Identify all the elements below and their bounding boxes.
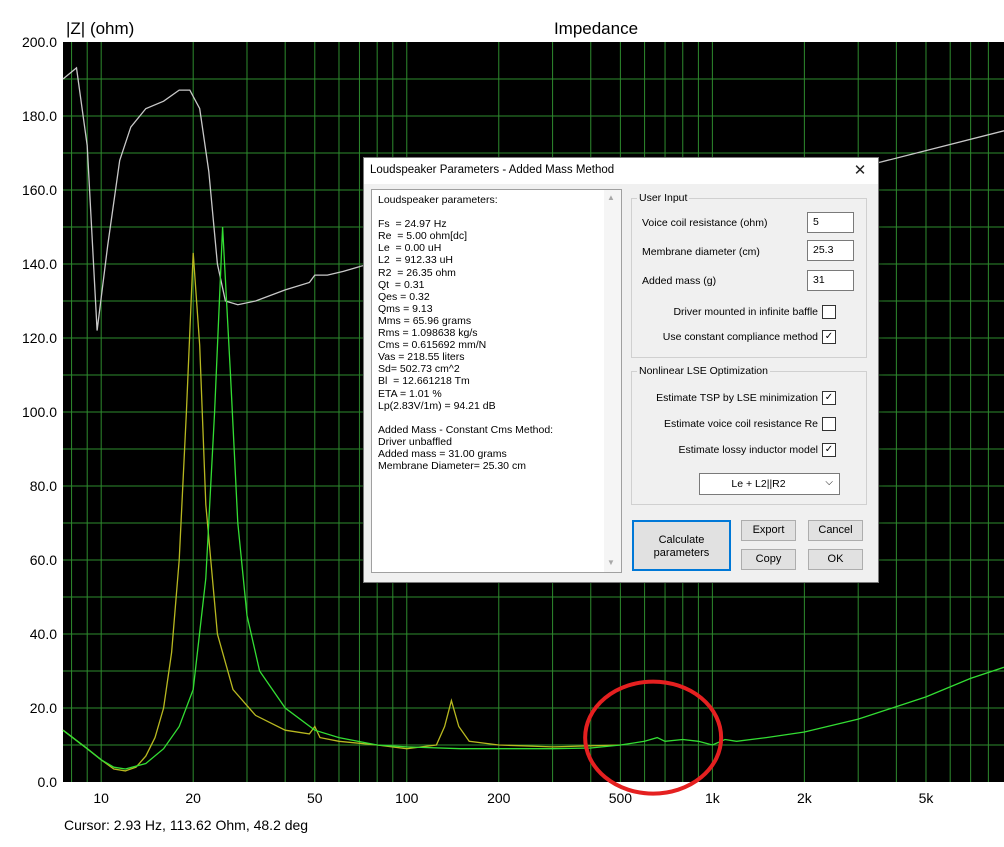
membrane-diameter-input[interactable]: 25.3 [807, 240, 854, 261]
loudspeaker-parameters-dialog: Loudspeaker Parameters - Added Mass Meth… [363, 157, 879, 583]
constant-compliance-checkbox[interactable]: ✓ [822, 330, 836, 344]
parameters-scrollbar[interactable]: ▲ ▼ [604, 190, 621, 572]
y-tick-label: 140.0 [22, 256, 57, 272]
inductor-model-value: Le + L2||R2 [731, 478, 786, 490]
export-button[interactable]: Export [741, 520, 796, 541]
y-tick-labels: 0.0 20.0 40.0 60.0 80.0 100.0 120.0 140.0 160.0 1… [22, 34, 57, 790]
y-tick-label: 160.0 [22, 182, 57, 198]
x-tick-label: 1k [705, 790, 721, 806]
x-tick-label: 20 [185, 790, 201, 806]
lse-legend: Nonlinear LSE Optimization [639, 365, 768, 377]
y-tick-label: 180.0 [22, 108, 57, 124]
added-mass-input[interactable]: 31 [807, 270, 854, 291]
x-tick-label: 100 [395, 790, 419, 806]
y-tick-label: 120.0 [22, 330, 57, 346]
cursor-readout: Cursor: 2.93 Hz, 113.62 Ohm, 48.2 deg [64, 817, 308, 833]
voice-coil-resistance-input[interactable]: 5 [807, 212, 854, 233]
close-icon[interactable]: ✕ [846, 160, 874, 182]
dialog-titlebar: Loudspeaker Parameters - Added Mass Meth… [364, 158, 878, 184]
infinite-baffle-label: Driver mounted in infinite baffle [673, 306, 818, 318]
y-tick-label: 0.0 [38, 774, 58, 790]
estimate-lossy-checkbox[interactable]: ✓ [822, 443, 836, 457]
x-tick-label: 2k [797, 790, 813, 806]
dialog-title: Loudspeaker Parameters - Added Mass Meth… [370, 164, 615, 176]
x-tick-label: 500 [609, 790, 633, 806]
y-axis-label: |Z| (ohm) [66, 19, 134, 38]
y-tick-label: 40.0 [30, 626, 57, 642]
estimate-lossy-label: Estimate lossy inductor model [678, 444, 818, 456]
y-tick-label: 80.0 [30, 478, 57, 494]
infinite-baffle-checkbox[interactable] [822, 305, 836, 319]
ok-button[interactable]: OK [808, 549, 863, 570]
x-tick-label: 5k [919, 790, 935, 806]
y-tick-label: 20.0 [30, 700, 57, 716]
chevron-down-icon: ⌵ [825, 477, 833, 488]
copy-button[interactable]: Copy [741, 549, 796, 570]
x-tick-label: 10 [93, 790, 109, 806]
y-tick-label: 60.0 [30, 552, 57, 568]
calculate-parameters-button[interactable]: Calculate parameters [632, 520, 731, 571]
chart-title: Impedance [554, 19, 638, 38]
parameters-text: Loudspeaker parameters: Fs = 24.97 Hz Re… [378, 194, 554, 473]
x-tick-label: 200 [487, 790, 511, 806]
x-tick-labels: 10 20 50 100 200 500 1k 2k 5k [93, 790, 934, 806]
y-tick-label: 200.0 [22, 34, 57, 50]
estimate-tsp-label: Estimate TSP by LSE minimization [656, 392, 818, 404]
estimate-re-label: Estimate voice coil resistance Re [663, 418, 818, 430]
membrane-diameter-label: Membrane diameter (cm) [642, 246, 760, 258]
estimate-tsp-checkbox[interactable]: ✓ [822, 391, 836, 405]
y-tick-label: 100.0 [22, 404, 57, 420]
x-tick-label: 50 [307, 790, 323, 806]
user-input-legend: User Input [639, 192, 688, 204]
scroll-up-icon[interactable]: ▲ [607, 193, 615, 202]
inductor-model-select[interactable]: Le + L2||R2 ⌵ [699, 473, 840, 495]
scroll-down-icon[interactable]: ▼ [607, 558, 615, 567]
added-mass-label: Added mass (g) [642, 275, 717, 287]
parameters-textbox[interactable]: Loudspeaker parameters: Fs = 24.97 Hz Re… [371, 189, 622, 573]
voice-coil-label: Voice coil resistance (ohm) [642, 217, 768, 229]
constant-compliance-label: Use constant compliance method [662, 331, 818, 343]
cancel-button[interactable]: Cancel [808, 520, 863, 541]
estimate-re-checkbox[interactable] [822, 417, 836, 431]
calculate-button-label: Calculate parameters [653, 534, 710, 559]
